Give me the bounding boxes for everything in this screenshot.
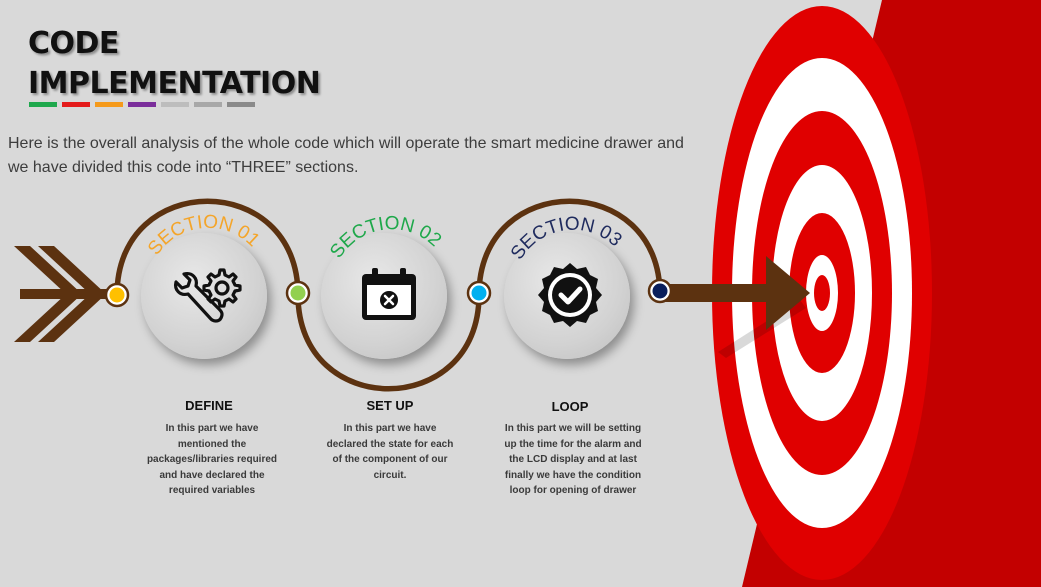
color-bar-segment	[62, 102, 90, 107]
color-bar-segment	[95, 102, 123, 107]
section-description-loop: In this part we will be setting up the t…	[504, 423, 642, 497]
intro-text: Here is the overall analysis of the whol…	[8, 135, 684, 176]
title-line-1: CODE	[28, 26, 119, 61]
color-bar-segment	[194, 102, 222, 107]
color-bar-segment	[128, 102, 156, 107]
color-bar-segment	[161, 102, 189, 107]
check-badge-icon	[538, 263, 602, 327]
section-heading-loop: LOOP	[551, 399, 589, 414]
section-heading-define: DEFINE	[185, 398, 233, 413]
calendar-x-icon	[362, 268, 416, 320]
section-label-02: SECTION 02	[326, 213, 445, 262]
slide: SECTION 01 SECTION 02 SECTION 03 CODE IM	[0, 0, 1041, 587]
wrench-gear-icon	[174, 268, 242, 323]
color-bar-segment	[227, 102, 255, 107]
section-heading-setup: SET UP	[366, 398, 414, 413]
section-description-define: In this part we have mentioned the packa…	[146, 423, 278, 497]
title-line-2: IMPLEMENTATION	[28, 66, 321, 101]
section-label-03: SECTION 03	[507, 214, 626, 264]
section-label-01: SECTION 01	[144, 212, 263, 259]
color-bar-segment	[29, 102, 57, 107]
color-bar	[29, 102, 255, 107]
section-description-setup: In this part we have declared the state …	[326, 423, 454, 481]
page-title: CODE IMPLEMENTATION	[28, 24, 321, 104]
